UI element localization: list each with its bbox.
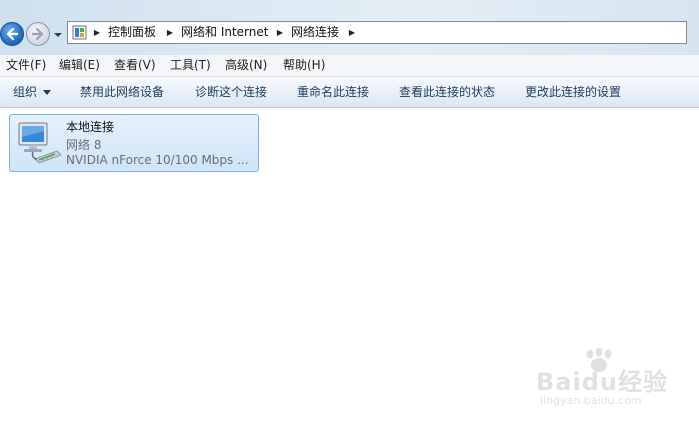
forward-button[interactable] xyxy=(26,22,50,46)
connection-network: 网络 8 xyxy=(66,138,102,152)
menu-view[interactable]: 查看(V) xyxy=(114,55,156,76)
disable-device-button[interactable]: 禁用此网络设备 xyxy=(80,77,164,107)
breadcrumb-separator-icon[interactable]: ▶ xyxy=(347,22,357,43)
breadcrumb-separator-icon[interactable]: ▶ xyxy=(92,22,102,43)
connection-name: 本地连接 xyxy=(66,120,115,134)
title-bar: ▶ 控制面板 ▶ 网络和 Internet ▶ 网络连接 ▶ xyxy=(0,0,699,55)
back-button[interactable] xyxy=(0,22,24,46)
rename-connection-button[interactable]: 重命名此连接 xyxy=(297,77,369,107)
watermark-brand: Baidu经验 xyxy=(536,368,668,396)
change-settings-button[interactable]: 更改此连接的设置 xyxy=(525,77,621,107)
control-panel-icon xyxy=(72,25,87,40)
arrow-right-icon xyxy=(31,27,44,41)
connection-device: NVIDIA nForce 10/100 Mbps ... xyxy=(66,153,249,167)
menu-file[interactable]: 文件(F) xyxy=(6,55,46,76)
watermark-url: jingyan.baidu.com xyxy=(540,394,642,407)
breadcrumb-network-internet[interactable]: 网络和 Internet xyxy=(181,22,268,43)
diagnose-connection-button[interactable]: 诊断这个连接 xyxy=(195,77,267,107)
breadcrumb-separator-icon[interactable]: ▶ xyxy=(275,22,285,43)
chevron-down-icon xyxy=(43,90,52,95)
network-adapter-icon xyxy=(18,122,62,164)
menu-bar: 文件(F) 编辑(E) 查看(V) 工具(T) 高级(N) 帮助(H) xyxy=(0,55,699,77)
menu-advanced[interactable]: 高级(N) xyxy=(225,55,267,76)
menu-edit[interactable]: 编辑(E) xyxy=(59,55,100,76)
organize-button[interactable]: 组织 xyxy=(13,77,52,107)
local-connection-item[interactable]: 本地连接 网络 8 NVIDIA nForce 10/100 Mbps ... xyxy=(9,114,259,172)
address-bar[interactable]: ▶ 控制面板 ▶ 网络和 Internet ▶ 网络连接 ▶ xyxy=(67,21,687,44)
view-status-button[interactable]: 查看此连接的状态 xyxy=(399,77,495,107)
menu-tools[interactable]: 工具(T) xyxy=(170,55,211,76)
organize-label: 组织 xyxy=(13,85,38,99)
breadcrumb-network-connections[interactable]: 网络连接 xyxy=(291,22,339,43)
command-bar: 组织 禁用此网络设备 诊断这个连接 重命名此连接 查看此连接的状态 更改此连接的… xyxy=(0,77,699,108)
menu-help[interactable]: 帮助(H) xyxy=(283,55,325,76)
arrow-left-icon xyxy=(6,27,19,41)
breadcrumb-control-panel[interactable]: 控制面板 xyxy=(108,22,156,43)
breadcrumb-separator-icon[interactable]: ▶ xyxy=(165,22,175,43)
baidu-watermark: Baidu经验 jingyan.baidu.com xyxy=(530,348,690,410)
recent-pages-dropdown-icon[interactable] xyxy=(53,30,63,40)
